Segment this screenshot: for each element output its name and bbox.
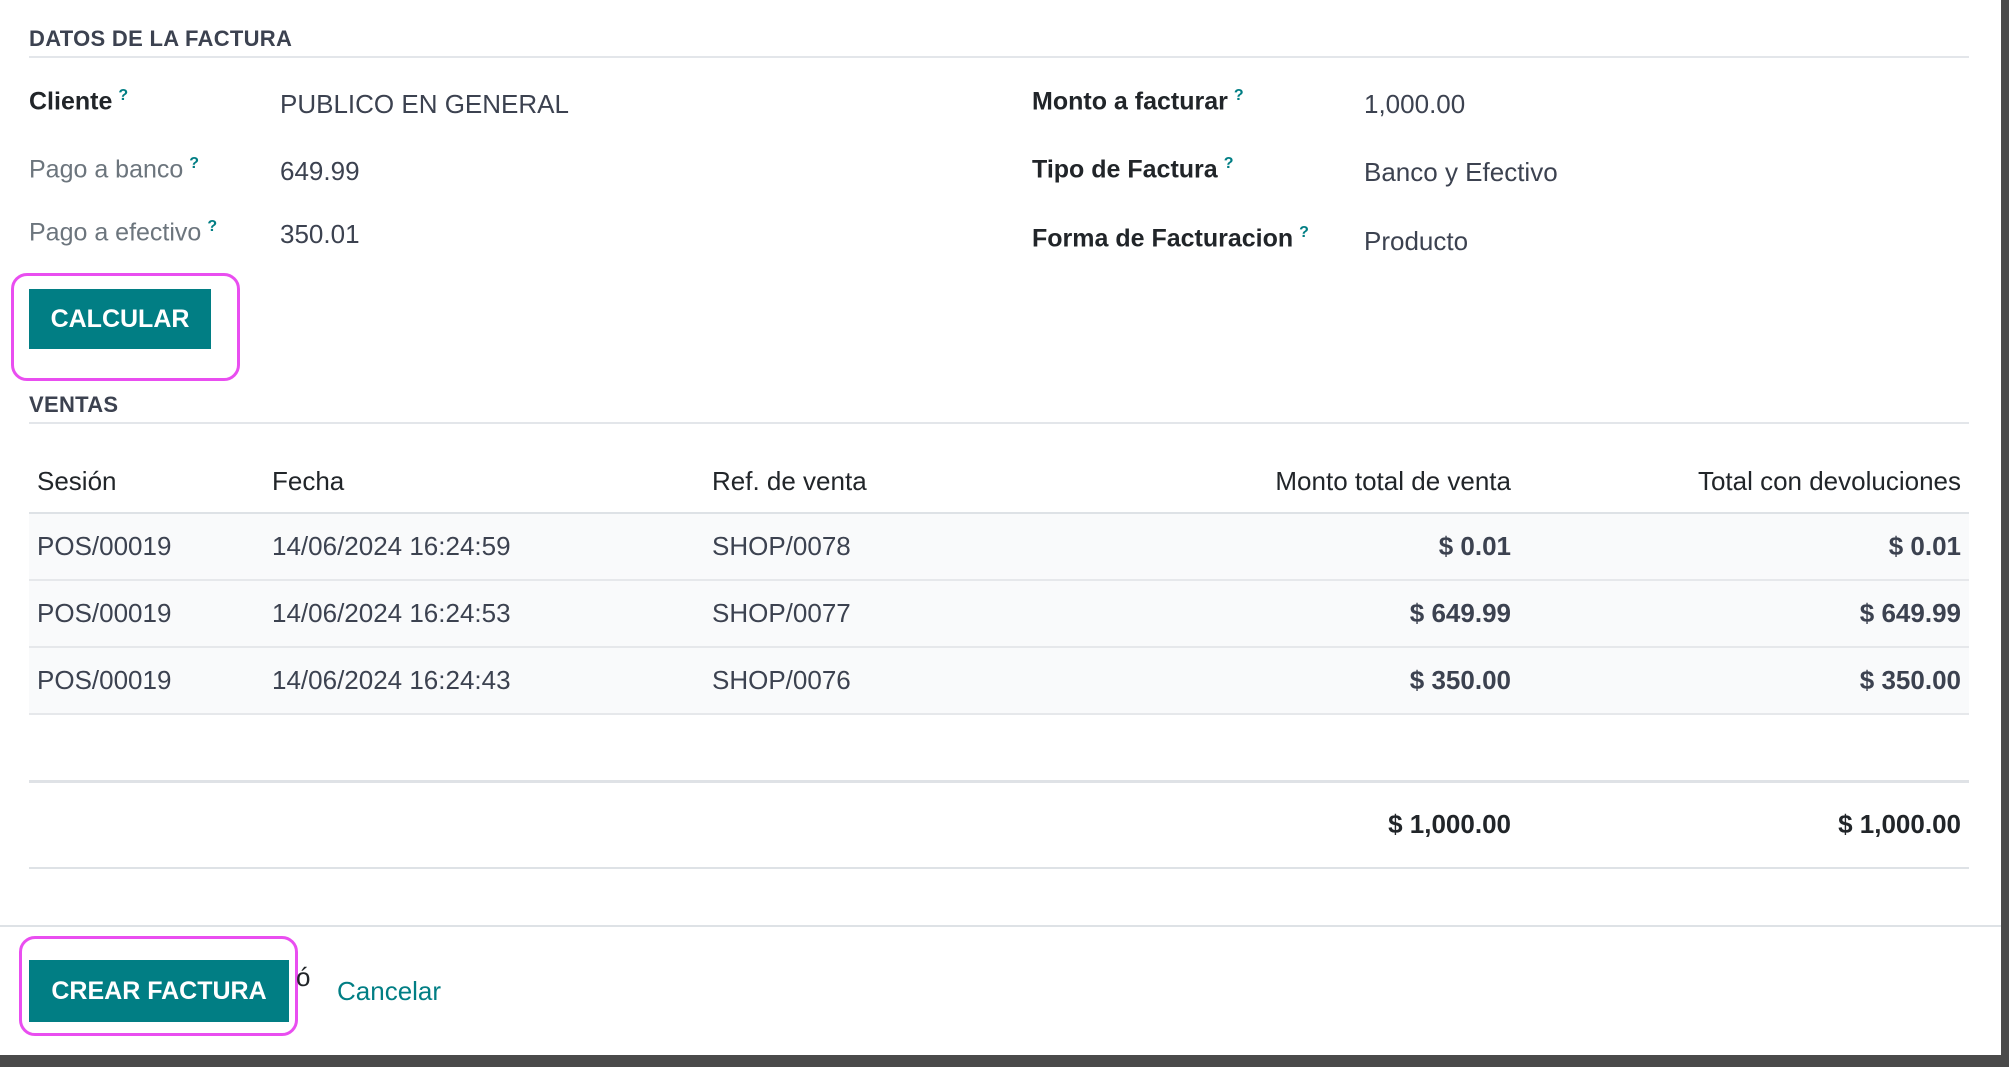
cell-total: $ 350.00: [1104, 647, 1519, 715]
cliente-field-label: Cliente?: [29, 87, 128, 116]
forma-value[interactable]: Producto: [1364, 226, 1468, 257]
cell-session: POS/00019: [29, 513, 264, 581]
monto-label-text: Monto a facturar: [1032, 87, 1228, 116]
column-header-total-returns[interactable]: Total con devoluciones: [1519, 451, 1969, 514]
footer-divider: [0, 925, 2001, 927]
tipo-field-label: Tipo de Factura?: [1032, 155, 1233, 184]
help-icon[interactable]: ?: [189, 155, 199, 172]
cell-ref: SHOP/0077: [704, 580, 1104, 648]
monto-value[interactable]: 1,000.00: [1364, 89, 1465, 120]
tipo-value[interactable]: Banco y Efectivo: [1364, 157, 1558, 188]
cell-session: POS/00019: [29, 580, 264, 648]
table-header-row: Sesión Fecha Ref. de venta Monto total d…: [29, 451, 1969, 514]
pago-efectivo-label-text: Pago a efectivo: [29, 218, 202, 247]
totals-spacer: [29, 781, 1104, 869]
cancel-link[interactable]: Cancelar: [337, 976, 441, 1007]
cell-ref: SHOP/0076: [704, 647, 1104, 715]
cell-date: 14/06/2024 16:24:53: [264, 580, 704, 648]
cell-total-returns: $ 649.99: [1519, 580, 1969, 648]
tipo-label-text: Tipo de Factura: [1032, 155, 1218, 184]
create-invoice-button[interactable]: CREAR FACTURA: [29, 960, 289, 1022]
forma-label-text: Forma de Facturacion: [1032, 224, 1294, 253]
totals-total: $ 1,000.00: [1104, 781, 1519, 869]
empty-row: [29, 714, 1969, 783]
cell-ref: SHOP/0078: [704, 513, 1104, 581]
forma-field-label: Forma de Facturacion?: [1032, 224, 1309, 253]
cell-date: 14/06/2024 16:24:59: [264, 513, 704, 581]
help-icon[interactable]: ?: [1299, 224, 1309, 241]
cell-date: 14/06/2024 16:24:43: [264, 647, 704, 715]
pago-banco-label-text: Pago a banco: [29, 155, 184, 184]
cliente-value[interactable]: PUBLICO EN GENERAL: [280, 89, 569, 120]
section-divider: [29, 422, 1969, 424]
help-icon[interactable]: ?: [1234, 87, 1244, 104]
cell-total: $ 649.99: [1104, 580, 1519, 648]
help-icon[interactable]: ?: [207, 218, 217, 235]
column-header-ref[interactable]: Ref. de venta: [704, 451, 1104, 514]
help-icon[interactable]: ?: [1224, 155, 1234, 172]
empty-cell: [29, 714, 1969, 783]
pago-banco-value: 649.99: [280, 156, 360, 186]
section-divider: [29, 56, 1969, 58]
table-row[interactable]: POS/00019 14/06/2024 16:24:53 SHOP/0077 …: [29, 580, 1969, 648]
help-icon[interactable]: ?: [118, 87, 128, 104]
table-row[interactable]: POS/00019 14/06/2024 16:24:59 SHOP/0078 …: [29, 513, 1969, 581]
invoice-dialog: DATOS DE LA FACTURA Cliente? PUBLICO EN …: [0, 0, 2001, 1055]
cell-total-returns: $ 0.01: [1519, 513, 1969, 581]
column-header-total[interactable]: Monto total de venta: [1104, 451, 1519, 514]
cell-total: $ 0.01: [1104, 513, 1519, 581]
cell-total-returns: $ 350.00: [1519, 647, 1969, 715]
cell-session: POS/00019: [29, 647, 264, 715]
sales-table: Sesión Fecha Ref. de venta Monto total d…: [29, 451, 1969, 869]
invoice-section-title: DATOS DE LA FACTURA: [29, 26, 293, 51]
column-header-date[interactable]: Fecha: [264, 451, 704, 514]
monto-field-label: Monto a facturar?: [1032, 87, 1244, 116]
pago-efectivo-value: 350.01: [280, 219, 360, 249]
cliente-label-text: Cliente: [29, 87, 113, 116]
sales-section-title: VENTAS: [29, 392, 119, 417]
column-header-session[interactable]: Sesión: [29, 451, 264, 514]
totals-row: $ 1,000.00 $ 1,000.00: [29, 781, 1969, 869]
table-row[interactable]: POS/00019 14/06/2024 16:24:43 SHOP/0076 …: [29, 647, 1969, 715]
stray-character: ó: [296, 962, 311, 992]
pago-banco-field-label: Pago a banco?: [29, 155, 199, 184]
calcular-button[interactable]: CALCULAR: [29, 289, 211, 349]
totals-total-returns: $ 1,000.00: [1519, 781, 1969, 869]
pago-efectivo-field-label: Pago a efectivo?: [29, 218, 217, 247]
